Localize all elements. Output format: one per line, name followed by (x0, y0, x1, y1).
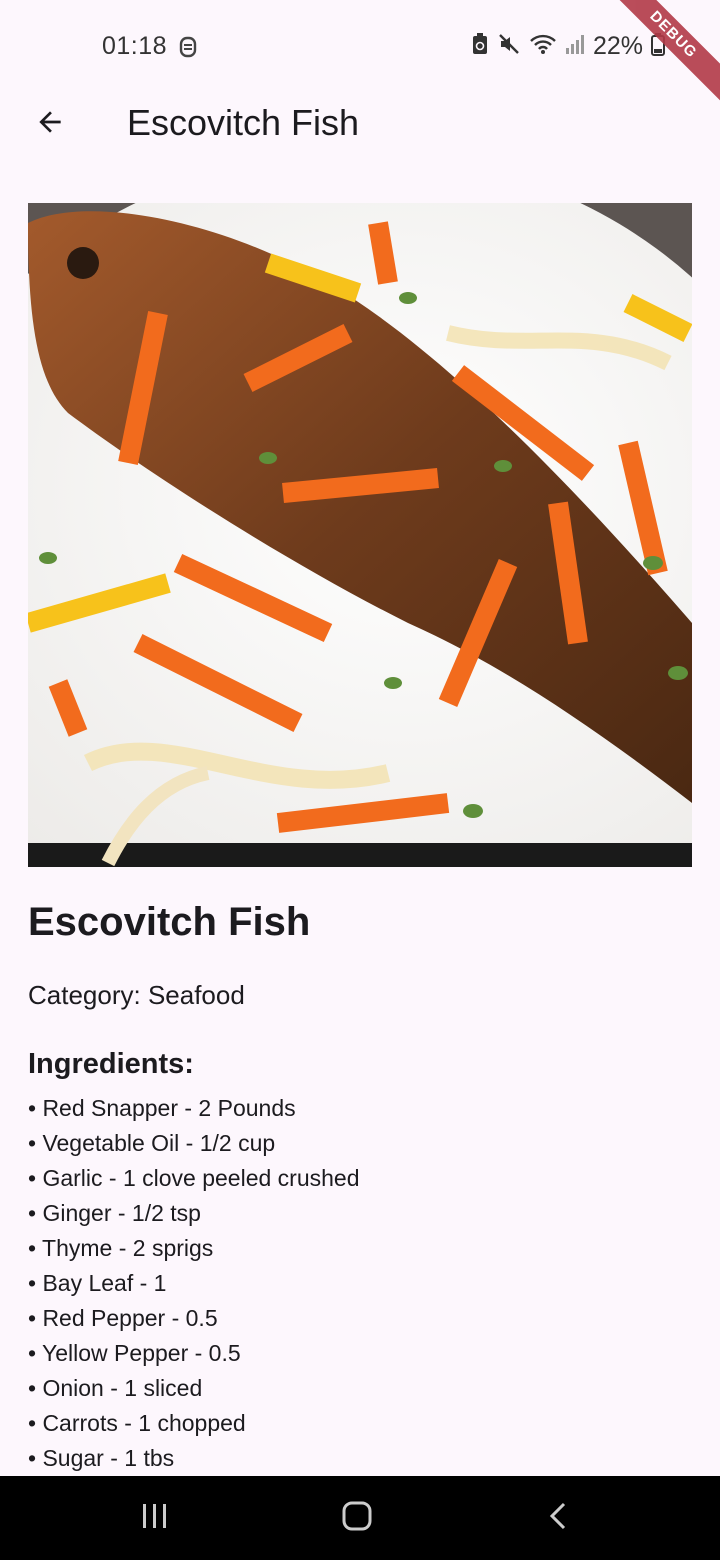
status-time: 01:18 (102, 32, 168, 60)
back-button[interactable] (28, 102, 72, 146)
ingredient-item: • Yellow Pepper - 0.5 (28, 1340, 241, 1366)
status-bar: 01:18 22% (0, 0, 720, 94)
recipe-title: Escovitch Fish (28, 900, 311, 944)
notification-icon (178, 35, 198, 64)
home-icon (341, 1500, 373, 1537)
recents-button[interactable] (133, 1496, 177, 1540)
wifi-icon (529, 32, 557, 61)
ingredient-item: • Red Pepper - 0.5 (28, 1305, 218, 1331)
ingredient-item: • Onion - 1 sliced (28, 1375, 203, 1401)
recipe-category: Category: Seafood (28, 980, 245, 1010)
battery-saver-icon (471, 32, 489, 61)
recipe-image (28, 203, 692, 867)
ingredient-item: • Thyme - 2 sprigs (28, 1235, 214, 1261)
recents-icon (140, 1501, 170, 1536)
ingredient-item: • Bay Leaf - 1 (28, 1270, 167, 1296)
ingredient-item: • Vegetable Oil - 1/2 cup (28, 1130, 276, 1156)
ingredient-item: • Ginger - 1/2 tsp (28, 1200, 201, 1226)
signal-icon (565, 32, 585, 61)
ingredient-item: • Carrots - 1 chopped (28, 1410, 246, 1436)
ingredient-item: • Sugar - 1 tbs (28, 1445, 175, 1471)
ingredients-heading: Ingredients: (28, 1048, 194, 1080)
system-nav-bar (0, 1476, 720, 1560)
back-chevron-icon (544, 1501, 574, 1536)
battery-percent: 22% (592, 32, 643, 60)
home-button[interactable] (335, 1496, 379, 1540)
app-bar: Escovitch Fish (0, 94, 720, 158)
ingredient-item: • Red Snapper - 2 Pounds (28, 1095, 296, 1121)
ingredients-list: • Red Snapper - 2 Pounds • Vegetable Oil… (28, 1092, 360, 1477)
nav-back-button[interactable] (537, 1496, 581, 1540)
mute-icon (497, 32, 521, 61)
ingredient-item: • Garlic - 1 clove peeled crushed (28, 1165, 360, 1191)
app-bar-title: Escovitch Fish (127, 102, 360, 143)
arrow-back-icon (34, 106, 66, 143)
status-icons: 22% (471, 32, 665, 61)
